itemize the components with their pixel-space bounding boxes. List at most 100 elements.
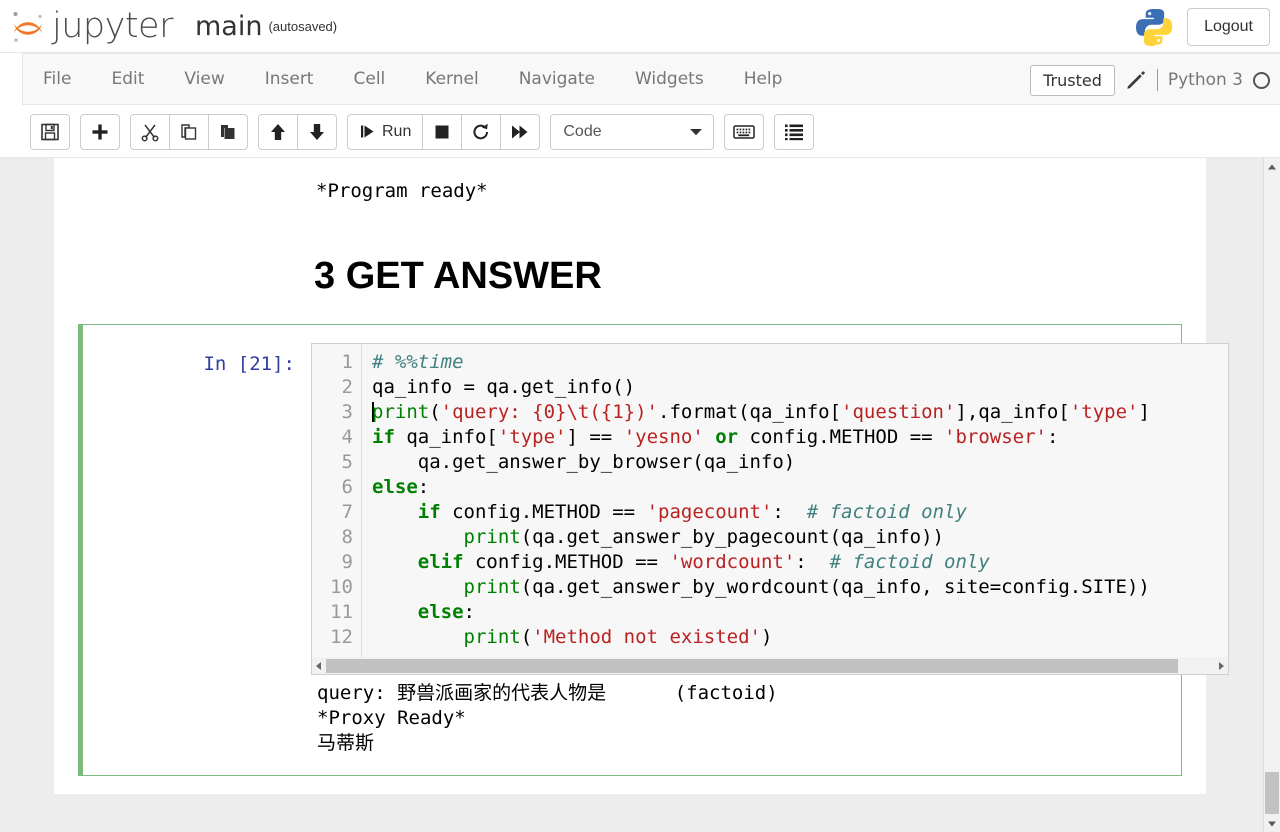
- menu-item-help[interactable]: Help: [724, 54, 803, 104]
- paste-icon: [221, 124, 235, 139]
- header-right-area: Logout: [1133, 0, 1270, 53]
- line-number: 11: [330, 601, 353, 623]
- line-number: 6: [341, 476, 353, 498]
- plus-icon: [92, 124, 108, 139]
- cell-execution-prompt: In [21]:: [203, 353, 295, 375]
- menu-item-view[interactable]: View: [164, 54, 244, 104]
- logout-button[interactable]: Logout: [1187, 7, 1270, 46]
- run-cell-button[interactable]: Run: [347, 113, 424, 150]
- restart-kernel-button[interactable]: [461, 113, 502, 150]
- kernel-name-label[interactable]: Python 3: [1168, 70, 1243, 90]
- scissors-icon: [141, 124, 159, 141]
- menu-item-insert[interactable]: Insert: [245, 54, 334, 104]
- restart-and-run-all-button[interactable]: [500, 113, 541, 150]
- code-line: else:: [372, 476, 430, 498]
- output-line: query: 野兽派画家的代表人物是 (factoid): [317, 682, 778, 704]
- menu-item-file[interactable]: File: [23, 54, 91, 104]
- floppy-disk-icon: [41, 123, 59, 140]
- run-icon: [361, 125, 374, 138]
- insert-cell-below-button[interactable]: [80, 113, 120, 150]
- jupyter-logo-icon: [13, 11, 42, 42]
- code-line: if config.METHOD == 'pagecount': # facto…: [417, 501, 967, 523]
- code-line: qa.get_answer_by_browser(qa_info): [372, 451, 796, 473]
- keyboard-icon: [733, 124, 756, 139]
- menubar-status-area: Trusted Python 3: [1030, 54, 1274, 106]
- command-palette-button[interactable]: [774, 113, 815, 150]
- move-cell-down-button[interactable]: [297, 113, 337, 150]
- hscroll-thumb[interactable]: [326, 658, 1179, 673]
- notebook-title[interactable]: main: [195, 11, 262, 42]
- list-icon: [785, 124, 804, 140]
- code-line: else:: [417, 601, 475, 623]
- page-scrollbar[interactable]: [1263, 158, 1280, 832]
- python-logo-icon: [1136, 8, 1173, 46]
- fast-forward-icon: [512, 125, 528, 138]
- toolbar-group-palette: [774, 113, 815, 150]
- app-header: jupyter main (autosaved) Logout: [0, 0, 1280, 53]
- scroll-right-arrow-icon[interactable]: [1214, 658, 1228, 674]
- code-editor[interactable]: 1 2 3 4 5 6 7 8 9 10 11 12 # %%time qa_info = qa.get…: [311, 343, 1229, 665]
- line-number: 1: [341, 351, 353, 373]
- code-line: print('query: {0}\t({1})'.format(qa_info…: [372, 401, 1150, 423]
- line-number: 8: [341, 526, 353, 548]
- interrupt-kernel-button[interactable]: [422, 113, 463, 150]
- line-number-gutter: 1 2 3 4 5 6 7 8 9 10 11 12: [312, 344, 362, 664]
- code-line: print('Method not existed'): [463, 626, 773, 648]
- arrow-up-icon: [271, 123, 285, 140]
- brand-area[interactable]: jupyter main (autosaved): [8, 0, 337, 53]
- brand-label: jupyter: [52, 6, 173, 46]
- save-button[interactable]: [30, 113, 70, 150]
- code-text-area[interactable]: # %%time qa_info = qa.get_info() print('qu…: [363, 344, 1228, 664]
- toolbar-group-run: Run: [347, 113, 541, 150]
- notebook-body: *Program ready* 3 GET ANSWER In [21]: 12…: [0, 158, 1280, 832]
- toolbar-group-insert: [80, 113, 120, 150]
- cell-type-select[interactable]: Code: [550, 113, 715, 150]
- cell-type-value: Code: [563, 122, 602, 140]
- autosave-status: (autosaved): [268, 19, 338, 34]
- cell-output-area: query: 野兽派画家的代表人物是 (factoid) *Proxy Ready…: [317, 681, 778, 756]
- code-line: # %%time: [372, 351, 464, 373]
- kernel-idle-circle-icon[interactable]: [1253, 71, 1270, 89]
- menu-item-widgets[interactable]: Widgets: [615, 54, 724, 104]
- page-scrollbar-thumb[interactable]: [1265, 772, 1279, 814]
- scroll-down-arrow-icon[interactable]: [1264, 815, 1280, 832]
- paste-cell-button[interactable]: [208, 113, 248, 150]
- line-number: 9: [341, 551, 353, 573]
- chevron-down-icon: [690, 128, 703, 135]
- code-line: print(qa.get_answer_by_pagecount(qa_info…: [463, 526, 944, 548]
- notebook-toolbar: Run Code: [0, 105, 1280, 158]
- code-line: elif config.METHOD == 'wordcount': # fac…: [417, 551, 990, 573]
- code-cell[interactable]: In [21]: 1 2 3 4 5 6 7 8 9 10 11 12 # %%time qa_info…: [78, 324, 1229, 776]
- menu-item-kernel[interactable]: Kernel: [405, 54, 498, 104]
- menu-item-navigate[interactable]: Navigate: [499, 54, 615, 104]
- arrow-down-icon: [310, 123, 324, 140]
- trusted-badge[interactable]: Trusted: [1030, 64, 1115, 96]
- notebook-panel: *Program ready* 3 GET ANSWER In [21]: 12…: [54, 158, 1229, 794]
- markdown-output-text: *Program ready*: [316, 180, 488, 202]
- menu-item-edit[interactable]: Edit: [91, 54, 164, 104]
- scroll-left-arrow-icon[interactable]: [312, 658, 326, 674]
- menu-bar: File Edit View Insert Cell Kernel Navigate Widg…: [0, 53, 1280, 105]
- output-line: *Proxy Ready*: [317, 707, 466, 729]
- section-heading: 3 GET ANSWER: [314, 255, 602, 297]
- restart-icon: [473, 123, 489, 139]
- hscroll-track[interactable]: [326, 657, 1214, 674]
- copy-icon: [181, 123, 197, 140]
- code-line: print(qa.get_answer_by_wordcount(qa_info…: [463, 576, 1150, 598]
- cut-cell-button[interactable]: [130, 113, 170, 150]
- menu-item-cell[interactable]: Cell: [333, 54, 405, 104]
- menubar-divider: [1156, 69, 1158, 91]
- line-number: 4: [341, 426, 353, 448]
- code-horizontal-scrollbar[interactable]: [311, 657, 1229, 675]
- keyboard-shortcut-button[interactable]: [724, 113, 765, 150]
- copy-cell-button[interactable]: [169, 113, 209, 150]
- move-cell-up-button[interactable]: [258, 113, 298, 150]
- pencil-icon[interactable]: [1125, 69, 1147, 91]
- scroll-up-arrow-icon[interactable]: [1264, 158, 1280, 175]
- line-number: 10: [330, 576, 353, 598]
- stop-square-icon: [435, 125, 449, 138]
- toolbar-group-move: [258, 113, 337, 150]
- toolbar-group-clipboard: [130, 113, 248, 150]
- code-line: qa_info = qa.get_info(): [372, 376, 636, 398]
- line-number: 7: [341, 501, 353, 523]
